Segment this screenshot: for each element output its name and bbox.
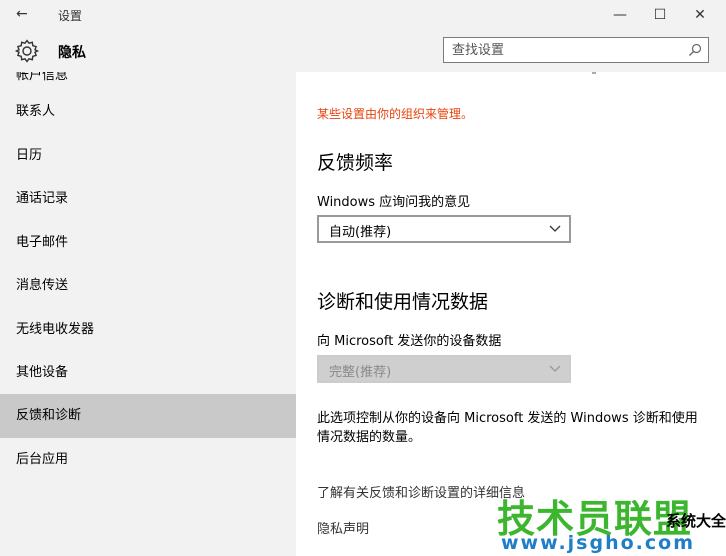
diagnostics-label: 向 Microsoft 发送你的设备数据	[317, 334, 502, 349]
page-title: 隐私	[58, 45, 86, 61]
search-box[interactable]	[443, 37, 709, 63]
page-header: 隐私	[0, 30, 726, 72]
diagnostics-data-dropdown: 完整(推荐)	[317, 355, 571, 383]
diagnostics-data-value: 完整(推荐)	[329, 365, 392, 380]
watermark-url: www.jsgho.com	[501, 532, 695, 554]
sidebar-item-feedback-diagnostics[interactable]: 反馈和诊断	[0, 394, 296, 438]
diagnostics-description: 此选项控制从你的设备向 Microsoft 发送的 Windows 诊断和使用情…	[317, 411, 698, 445]
watermark-side: 系统大全	[666, 512, 726, 530]
window-title: 设置	[58, 9, 83, 23]
sidebar-item-contacts[interactable]: 联系人	[0, 90, 296, 134]
feedback-frequency-value: 自动(推荐)	[329, 225, 392, 240]
privacy-statement-link[interactable]: 隐私声明	[317, 518, 369, 537]
sidebar-item-other-devices[interactable]: 其他设备	[0, 351, 296, 395]
feedback-label: Windows 应询问我的意见	[317, 195, 471, 210]
title-bar: ← 设置 — ☐ ✕	[0, 0, 726, 30]
sidebar: 帐户信息 联系人 日历 通话记录 电子邮件 消息传送 无线电收发器 其他设备 反…	[0, 72, 296, 556]
diagnostics-heading: 诊断和使用情况数据	[317, 291, 489, 313]
feedback-frequency-dropdown[interactable]: 自动(推荐)	[317, 215, 571, 243]
minimize-button[interactable]: —	[600, 4, 640, 26]
watermark-logo: 技术员联盟 系统大全 www.jsgho.com	[497, 488, 726, 556]
main-content: 某些设置由你的组织来管理。 反馈频率 Windows 应询问我的意见 自动(推荐…	[296, 72, 726, 556]
gear-icon	[14, 39, 40, 63]
sidebar-item-email[interactable]: 电子邮件	[0, 221, 296, 265]
sidebar-item-cut[interactable]: 帐户信息	[16, 72, 68, 83]
search-icon[interactable]	[688, 43, 702, 57]
back-arrow-icon[interactable]: ←	[16, 6, 28, 22]
learn-more-link[interactable]: 了解有关反馈和诊断设置的详细信息	[317, 482, 525, 501]
scrollbar-indicator[interactable]	[592, 72, 596, 74]
sidebar-item-calendar[interactable]: 日历	[0, 134, 296, 178]
feedback-heading: 反馈频率	[317, 152, 394, 174]
sidebar-item-call-history[interactable]: 通话记录	[0, 177, 296, 221]
search-input[interactable]	[444, 38, 690, 62]
chevron-down-icon	[549, 365, 561, 372]
sidebar-item-radios[interactable]: 无线电收发器	[0, 308, 296, 352]
maximize-button[interactable]: ☐	[640, 4, 680, 26]
close-button[interactable]: ✕	[680, 4, 720, 26]
sidebar-item-messaging[interactable]: 消息传送	[0, 264, 296, 308]
chevron-down-icon	[549, 225, 561, 232]
managed-notice: 某些设置由你的组织来管理。	[317, 107, 474, 121]
sidebar-item-background-apps[interactable]: 后台应用	[0, 438, 296, 482]
